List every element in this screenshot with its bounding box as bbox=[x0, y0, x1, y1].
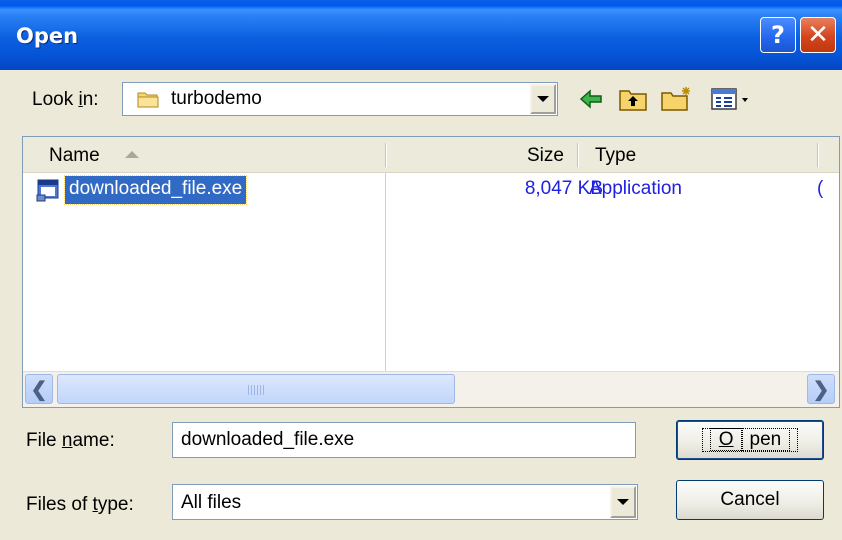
executable-file-icon bbox=[36, 179, 59, 202]
look-in-label: Look in: bbox=[32, 89, 99, 110]
chevron-down-icon bbox=[537, 96, 549, 102]
folder-icon bbox=[137, 92, 159, 108]
file-name-label: File name: bbox=[26, 430, 115, 451]
up-folder-icon[interactable] bbox=[618, 86, 648, 112]
files-of-type-value: All files bbox=[181, 492, 242, 513]
column-separator[interactable] bbox=[385, 143, 386, 167]
open-button[interactable]: Open bbox=[676, 420, 824, 460]
look-in-value: turbodemo bbox=[171, 88, 262, 109]
look-in-dropdown[interactable]: turbodemo bbox=[122, 82, 558, 116]
close-button[interactable]: ✕ bbox=[800, 17, 836, 53]
back-icon[interactable] bbox=[578, 86, 604, 112]
column-headers: Name Size Type bbox=[23, 137, 839, 173]
scroll-left-button[interactable]: ❮ bbox=[25, 374, 53, 404]
help-icon: ? bbox=[771, 21, 785, 49]
file-truncated-cell: ( bbox=[817, 178, 824, 199]
file-name-cell: downloaded_file.exe bbox=[63, 175, 248, 205]
cancel-button[interactable]: Cancel bbox=[676, 480, 824, 520]
column-divider-line bbox=[385, 173, 386, 371]
file-name-input[interactable]: downloaded_file.exe bbox=[172, 422, 636, 458]
column-separator[interactable] bbox=[577, 143, 578, 167]
scroll-right-button[interactable]: ❯ bbox=[807, 374, 835, 404]
files-of-type-label: Files of type: bbox=[26, 494, 134, 515]
help-button[interactable]: ? bbox=[760, 17, 796, 53]
sort-ascending-icon bbox=[125, 151, 139, 158]
new-folder-icon[interactable] bbox=[660, 86, 694, 112]
file-name-value: downloaded_file.exe bbox=[181, 429, 355, 450]
grip-icon bbox=[248, 385, 266, 395]
title-bar: Open ? ✕ bbox=[0, 0, 842, 70]
chevron-down-icon bbox=[617, 499, 629, 505]
window-title: Open bbox=[16, 24, 79, 48]
scrollbar-thumb[interactable] bbox=[57, 374, 455, 404]
chevron-left-icon: ❮ bbox=[30, 378, 48, 401]
horizontal-scrollbar[interactable]: ❮ ❯ bbox=[23, 371, 839, 407]
column-separator[interactable] bbox=[817, 143, 818, 167]
view-menu-icon[interactable] bbox=[710, 86, 756, 112]
file-size-cell: 8,047 KB bbox=[524, 178, 603, 199]
column-header-size[interactable]: Size bbox=[527, 145, 564, 167]
files-of-type-dropdown-arrow[interactable] bbox=[610, 486, 636, 518]
close-icon: ✕ bbox=[807, 20, 829, 50]
open-button-label: Open bbox=[701, 428, 799, 452]
file-list[interactable]: Name Size Type downloaded_file.exe 8,047… bbox=[22, 136, 840, 408]
file-type-cell: Application bbox=[589, 178, 682, 199]
column-header-name[interactable]: Name bbox=[49, 145, 100, 167]
cancel-button-label: Cancel bbox=[720, 489, 780, 510]
file-row[interactable]: downloaded_file.exe 8,047 KB Application… bbox=[23, 175, 839, 207]
column-header-type[interactable]: Type bbox=[595, 145, 636, 167]
look-in-dropdown-arrow[interactable] bbox=[530, 84, 556, 114]
chevron-right-icon: ❯ bbox=[812, 378, 830, 401]
files-of-type-dropdown[interactable]: All files bbox=[172, 484, 638, 520]
